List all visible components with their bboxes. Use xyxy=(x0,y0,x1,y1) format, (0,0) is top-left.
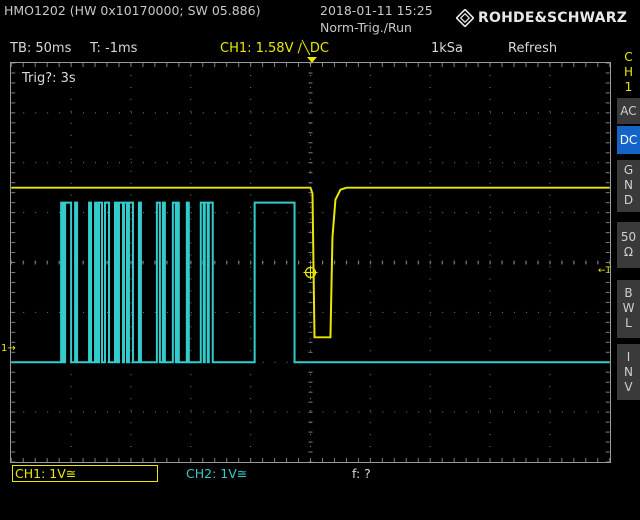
ac-coupling-button[interactable]: AC xyxy=(617,98,640,124)
brand-logo: ROHDE&SCHWARZ xyxy=(456,9,627,27)
bwl-char: B xyxy=(624,286,633,300)
brand-name: ROHDE&SCHWARZ xyxy=(478,10,628,26)
channel-label: C H 1 xyxy=(617,50,640,94)
trigger-wait-status: Trig?: 3s xyxy=(22,71,76,86)
channel-label-char: 1 xyxy=(624,80,633,94)
ohm-symbol-icon: Ω xyxy=(623,245,634,259)
waveform-display[interactable] xyxy=(10,62,611,463)
invert-button[interactable]: I N V xyxy=(617,344,640,400)
channel-label-char: H xyxy=(623,65,634,79)
bottom-bar: CH1: 1V≅ CH2: 1V≅ f: ? xyxy=(0,465,614,483)
acquisition-mode-readout[interactable]: Refresh xyxy=(508,41,557,56)
trigger-point-icon xyxy=(303,265,318,280)
bwl-button[interactable]: B W L xyxy=(617,280,640,338)
gnd-button[interactable]: G N D xyxy=(617,160,640,212)
50-ohm-button[interactable]: 50 Ω xyxy=(617,222,640,268)
frequency-readout: f: ? xyxy=(352,466,371,481)
ohm-text: 50 xyxy=(620,230,637,244)
timebase-readout[interactable]: TB: 50ms xyxy=(10,41,71,56)
inv-char: V xyxy=(624,380,633,394)
inv-char: I xyxy=(626,350,631,364)
trigger-mode: Norm-Trig./Run xyxy=(320,20,412,35)
trigger-level-marker: ←T xyxy=(598,266,612,276)
bwl-char: W xyxy=(622,301,635,315)
bwl-char: L xyxy=(625,316,632,330)
ch2-scale-readout[interactable]: CH2: 1V≅ xyxy=(186,466,247,481)
datetime: 2018-01-11 15:25 xyxy=(320,3,433,18)
channel-label-char: C xyxy=(624,50,633,64)
ch1-trigger-readout[interactable]: CH1: 1.58V ∕╲DC xyxy=(220,41,329,56)
brand-diamond-icon xyxy=(456,9,474,27)
trigger-delay-readout[interactable]: T: -1ms xyxy=(90,41,137,56)
dc-coupling-button[interactable]: DC xyxy=(617,126,640,154)
sample-rate-readout: 1kSa xyxy=(431,41,464,56)
waveform-svg xyxy=(10,62,611,463)
gnd-char: D xyxy=(623,193,634,207)
ch1-ground-marker: 1→ xyxy=(1,343,16,354)
inv-char: N xyxy=(624,365,633,379)
gnd-char: N xyxy=(624,178,633,192)
ch1-scale-readout[interactable]: CH1: 1V≅ xyxy=(12,465,158,482)
gnd-char: G xyxy=(623,163,634,177)
device-info: HMO1202 (HW 0x10170000; SW 05.886) xyxy=(4,3,261,18)
